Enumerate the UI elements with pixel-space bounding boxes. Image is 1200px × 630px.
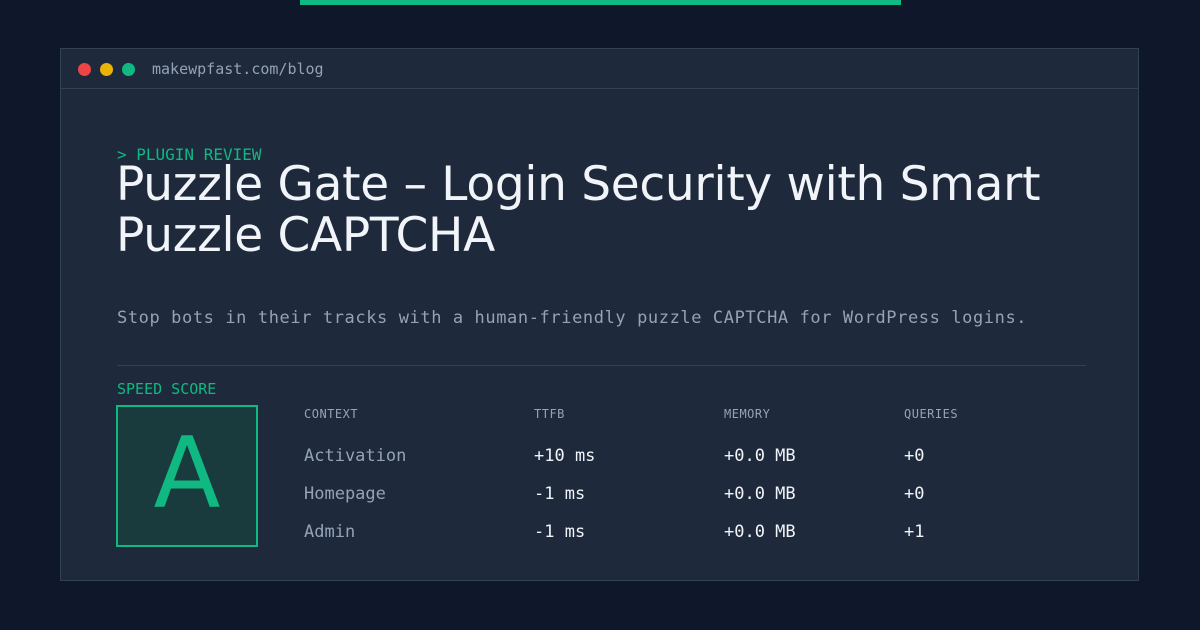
page-title: Puzzle Gate – Login Security with Smart … (116, 157, 1041, 263)
row-homepage-context: Homepage (304, 484, 386, 504)
row-activation-queries: +0 (904, 446, 925, 466)
row-admin-context: Admin (304, 522, 356, 542)
column-header-memory: MEMORY (724, 407, 771, 421)
column-header-context: CONTEXT (304, 407, 359, 421)
row-admin-ttfb: -1 ms (534, 522, 586, 542)
row-homepage-memory: +0.0 MB (724, 484, 796, 504)
row-activation-context: Activation (304, 446, 407, 466)
speed-score-label: SPEED SCORE (117, 380, 217, 398)
top-accent-bar (300, 0, 901, 5)
close-window-dot-icon[interactable] (78, 63, 91, 76)
column-header-ttfb: TTFB (534, 407, 565, 421)
row-homepage-queries: +0 (904, 484, 925, 504)
column-header-queries: QUERIES (904, 407, 959, 421)
row-homepage-ttfb: -1 ms (534, 484, 586, 504)
row-activation-ttfb: +10 ms (534, 446, 596, 466)
page-subtitle: Stop bots in their tracks with a human-f… (117, 308, 1028, 328)
row-activation-memory: +0.0 MB (724, 446, 796, 466)
maximize-window-dot-icon[interactable] (122, 63, 135, 76)
speed-grade-letter: A (153, 417, 221, 531)
speed-grade-badge: A (116, 405, 258, 547)
row-admin-memory: +0.0 MB (724, 522, 796, 542)
url-label: makewpfast.com/blog (152, 60, 324, 78)
minimize-window-dot-icon[interactable] (100, 63, 113, 76)
browser-window: makewpfast.com/blog > PLUGIN REVIEW Puzz… (60, 48, 1139, 581)
section-divider (117, 365, 1086, 366)
row-admin-queries: +1 (904, 522, 925, 542)
window-titlebar: makewpfast.com/blog (61, 49, 1138, 89)
